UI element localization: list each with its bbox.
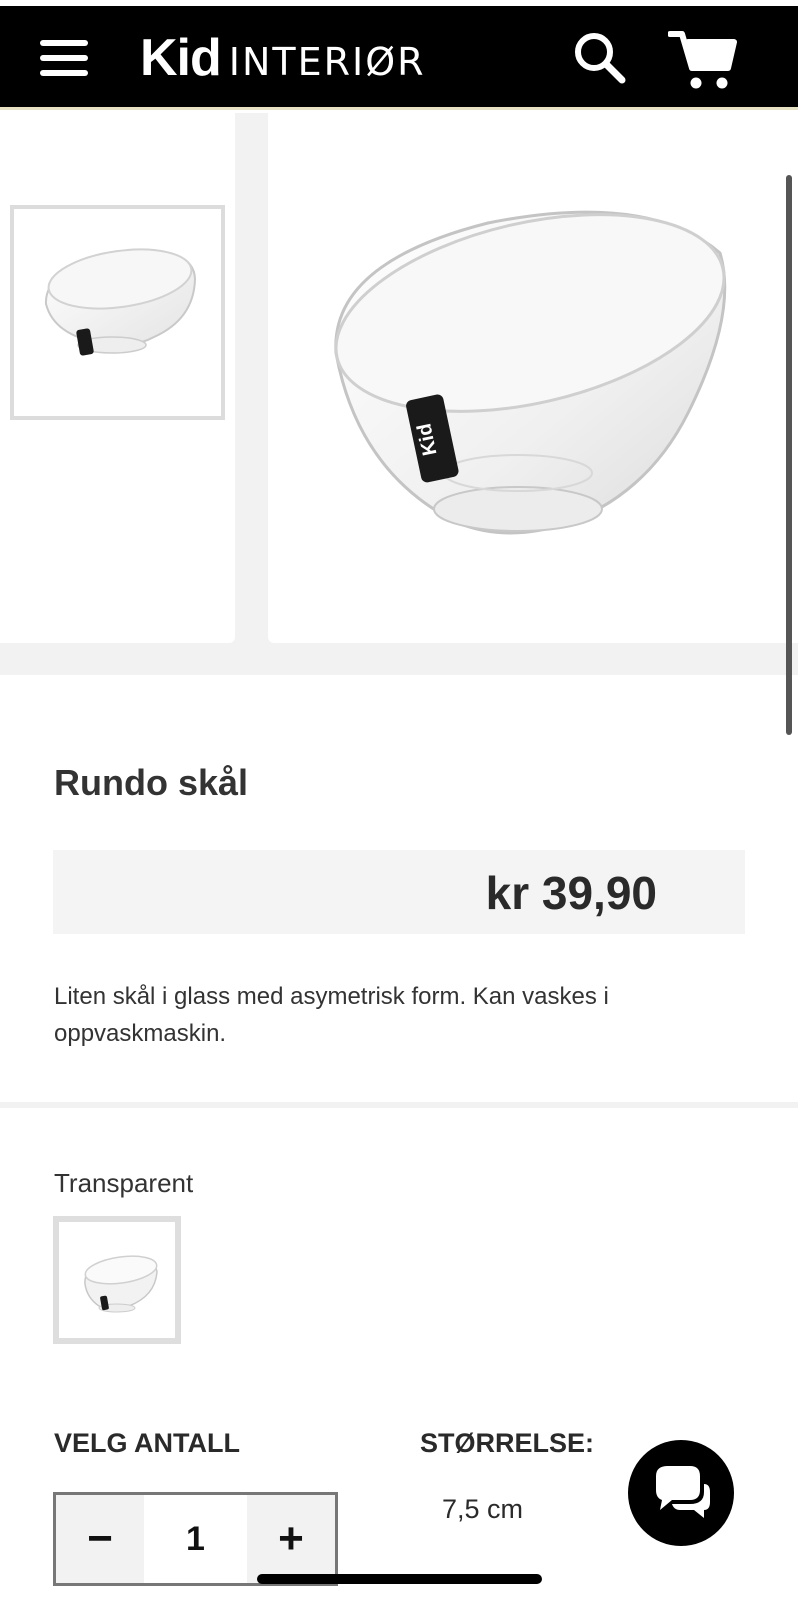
variant-swatch-transparent[interactable] [53, 1216, 181, 1344]
home-indicator[interactable] [257, 1574, 542, 1584]
price-box: kr 39,90 [53, 850, 745, 934]
variant-label: Transparent [54, 1168, 194, 1198]
quantity-stepper: − 1 + [53, 1492, 338, 1586]
quantity-decrease-button[interactable]: − [56, 1495, 144, 1583]
quantity-increase-button[interactable]: + [247, 1495, 335, 1583]
size-value: 7,5 cm [442, 1494, 524, 1524]
cart-icon[interactable] [667, 28, 738, 92]
search-icon[interactable] [572, 30, 628, 86]
logo-suffix-text: INTERIØR [228, 40, 426, 84]
chat-bubbles-icon[interactable] [628, 1440, 734, 1546]
site-logo[interactable]: Kid INTERIØR [140, 28, 426, 88]
section-divider [0, 1102, 798, 1108]
page-scrollbar[interactable] [786, 175, 792, 735]
product-price: kr 39,90 [485, 867, 657, 919]
product-title: Rundo skål [54, 762, 249, 803]
product-description: Liten skål i glass med asymetrisk form. … [54, 983, 609, 1047]
product-gallery: Kid [0, 113, 798, 675]
quantity-label: VELG ANTALL [54, 1428, 240, 1458]
size-label: STØRRELSE: [420, 1428, 595, 1458]
logo-brand-text: Kid [140, 29, 222, 87]
thumbnail-column [0, 113, 235, 643]
product-thumbnail[interactable] [10, 205, 225, 420]
product-main-image[interactable]: Kid [268, 113, 798, 643]
site-header: Kid INTERIØR [0, 0, 798, 110]
hamburger-menu-icon[interactable] [40, 40, 90, 80]
quantity-value[interactable]: 1 [144, 1495, 247, 1583]
status-strip [0, 0, 798, 6]
